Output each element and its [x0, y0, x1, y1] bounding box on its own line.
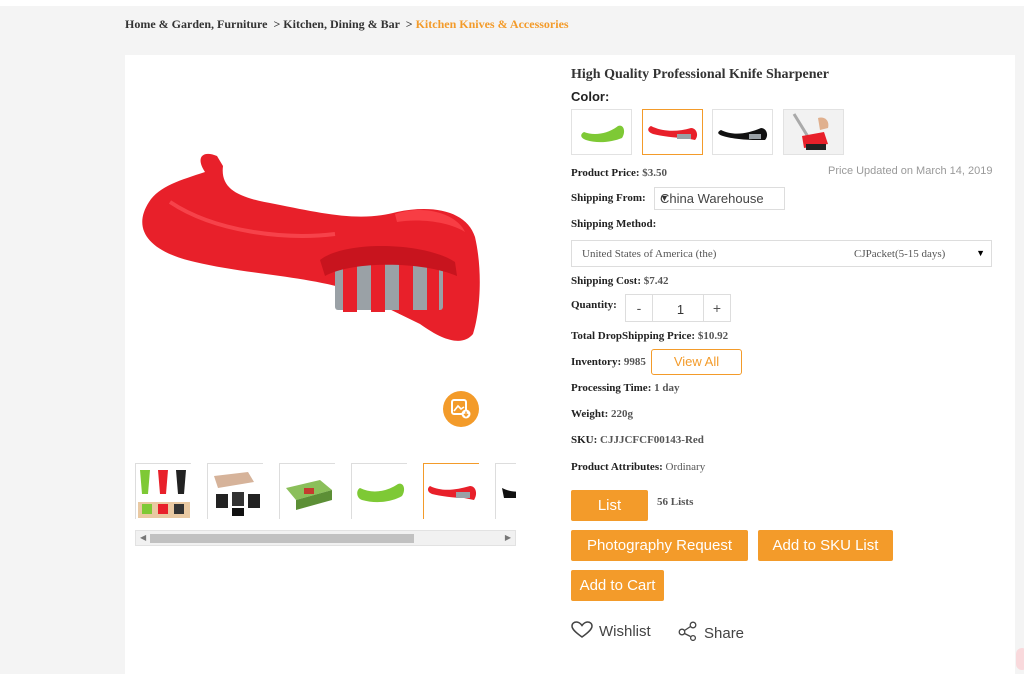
scrollbar-thumb[interactable] [150, 534, 414, 543]
sku-label: SKU: [571, 434, 598, 446]
breadcrumb: Home & Garden, Furniture > Kitchen, Dinin… [125, 17, 569, 32]
quantity-row: Quantity: [571, 299, 617, 311]
sku-row: SKU: CJJJCFCF00143-Red [571, 434, 704, 446]
inventory-row: Inventory: 9985 [571, 356, 646, 368]
shipping-method-label: Shipping Method: [571, 218, 657, 230]
color-label: Color: [571, 89, 610, 104]
wishlist-button[interactable]: Wishlist [571, 621, 651, 640]
thumbnail-scrollbar[interactable]: ◀ ▶ [135, 530, 516, 546]
scroll-left-icon[interactable]: ◀ [140, 533, 146, 542]
image-download-icon [451, 399, 471, 419]
add-to-cart-button[interactable]: Add to Cart [571, 570, 664, 601]
add-to-sku-list-button[interactable]: Add to SKU List [758, 530, 893, 561]
scroll-right-icon[interactable]: ▶ [505, 533, 511, 542]
shipping-cost-label: Shipping Cost: [571, 275, 642, 287]
list-button[interactable]: List [571, 490, 648, 521]
swatch-in-use[interactable] [783, 109, 844, 155]
shipping-method-row: Shipping Method: [571, 218, 656, 230]
price-value: $3.50 [642, 167, 668, 179]
price-row: Product Price: $3.50 [571, 167, 667, 179]
quantity-input[interactable] [653, 298, 708, 320]
weight-value: 220g [611, 408, 634, 420]
photography-request-button[interactable]: Photography Request [571, 530, 748, 561]
quantity-increase-button[interactable]: + [703, 295, 730, 321]
shipping-cost-row: Shipping Cost: $7.42 [571, 275, 669, 287]
processing-row: Processing Time: 1 day [571, 382, 679, 394]
breadcrumb-separator: > [405, 17, 413, 31]
breadcrumb-kitchen-knives[interactable]: Kitchen Knives & Accessories [416, 17, 569, 31]
attributes-value: Ordinary [665, 461, 706, 473]
quantity-decrease-button[interactable]: - [626, 295, 653, 321]
breadcrumb-kitchen-dining[interactable]: Kitchen, Dining & Bar [283, 17, 399, 31]
thumbnail-boxed[interactable] [279, 463, 336, 520]
thumbnail-black-partial[interactable] [495, 463, 516, 520]
shipping-from-row: Shipping From: [571, 192, 646, 204]
swatch-black[interactable] [712, 109, 773, 155]
top-strip [0, 0, 1024, 6]
download-image-button[interactable] [443, 391, 479, 427]
total-price-row: Total DropShipping Price: $10.92 [571, 330, 728, 342]
heart-icon [571, 621, 593, 638]
share-icon [678, 621, 697, 642]
view-all-button[interactable]: View All [651, 349, 742, 375]
processing-value: 1 day [654, 382, 680, 394]
total-price-value: $10.92 [697, 330, 729, 342]
sku-value: CJJJCFCF00143-Red [600, 434, 704, 446]
inventory-value: 9985 [623, 356, 646, 368]
chevron-down-icon: ▼ [976, 248, 985, 258]
shipping-from-label: Shipping From: [571, 192, 646, 204]
total-price-label: Total DropShipping Price: [571, 330, 696, 342]
price-updated: Price Updated on March 14, 2019 [828, 165, 993, 177]
attributes-row: Product Attributes: Ordinary [571, 461, 705, 473]
shipping-cost-value: $7.42 [643, 275, 669, 287]
thumbnail-red[interactable] [423, 463, 480, 520]
shipping-from-select[interactable]: China Warehouse ▼ [654, 187, 785, 210]
quantity-stepper: - + [625, 294, 731, 322]
main-product-image [135, 62, 515, 442]
thumbnail-colors-collage[interactable] [135, 463, 192, 520]
shipping-country: United States of America (the) [582, 248, 717, 260]
swatch-red[interactable] [642, 109, 703, 155]
attributes-label: Product Attributes: [571, 461, 663, 473]
thumbnail-black-parts[interactable] [207, 463, 264, 520]
share-button[interactable]: Share [678, 621, 744, 642]
thumbnail-green[interactable] [351, 463, 408, 520]
product-title: High Quality Professional Knife Sharpene… [571, 67, 829, 82]
shipping-method-value: CJPacket(5-15 days) [854, 248, 946, 260]
inventory-label: Inventory: [571, 356, 622, 368]
quantity-label: Quantity: [571, 299, 617, 311]
wishlist-label: Wishlist [599, 623, 651, 640]
list-count: 56 Lists [657, 496, 694, 508]
processing-label: Processing Time: [571, 382, 652, 394]
thumbnail-strip [135, 463, 516, 523]
chevron-down-icon: ▼ [660, 193, 669, 203]
floating-edge-widget[interactable] [1016, 648, 1024, 670]
weight-label: Weight: [571, 408, 609, 420]
weight-row: Weight: 220g [571, 408, 633, 420]
breadcrumb-home-garden[interactable]: Home & Garden, Furniture [125, 17, 267, 31]
price-label: Product Price: [571, 167, 640, 179]
share-label: Share [704, 625, 745, 642]
shipping-method-select[interactable]: United States of America (the) CJPacket(… [571, 240, 992, 267]
breadcrumb-separator: > [273, 17, 281, 31]
swatch-green[interactable] [571, 109, 632, 155]
